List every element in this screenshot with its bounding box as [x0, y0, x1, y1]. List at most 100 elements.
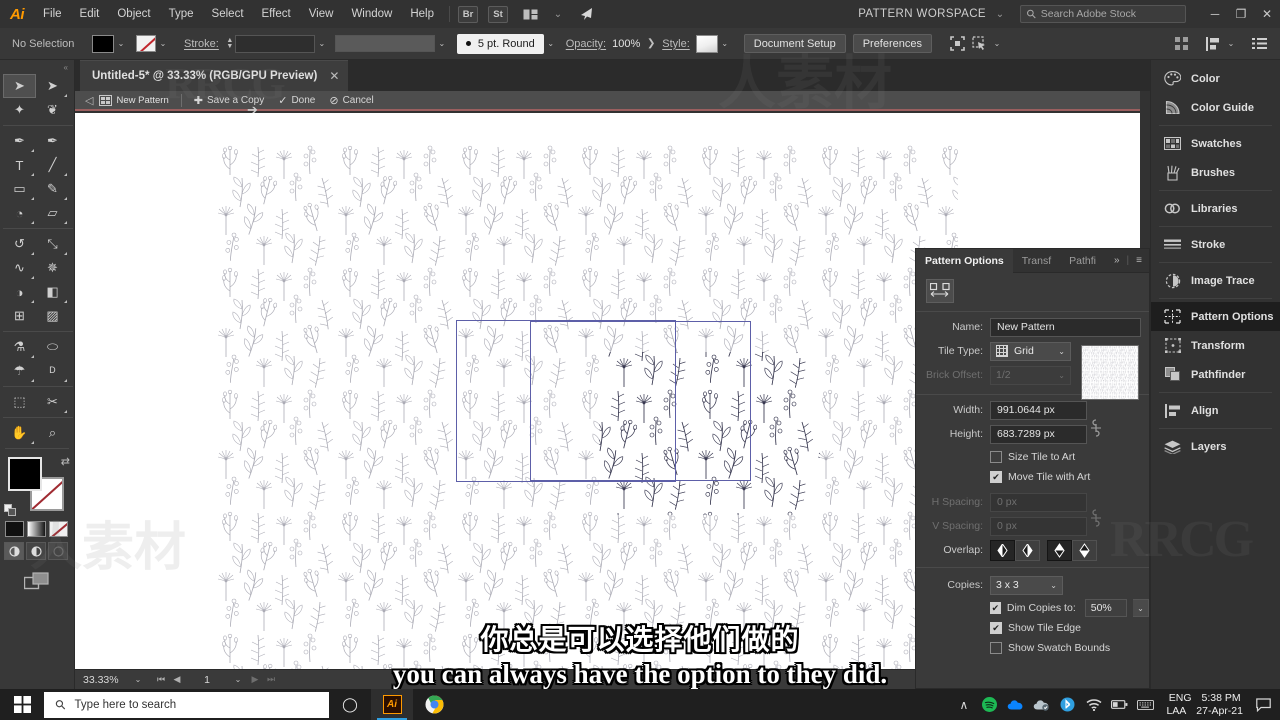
draw-behind-mode-button[interactable]: [26, 542, 46, 560]
eraser-tool[interactable]: ▱: [36, 201, 69, 225]
dim-copies-checkbox[interactable]: ✔: [990, 602, 1001, 614]
dock-item-brushes[interactable]: Brushes: [1151, 158, 1280, 187]
shaper-tool[interactable]: ◔: [3, 201, 36, 225]
dock-item-color[interactable]: Color: [1151, 64, 1280, 93]
previous-artboard-button[interactable]: ◀: [169, 670, 185, 690]
gradient-swatch-button[interactable]: [27, 521, 46, 537]
change-screen-mode-button[interactable]: [22, 570, 52, 592]
size-tile-to-art-row[interactable]: Size Tile to Art: [916, 447, 1149, 467]
none-swatch-button[interactable]: [49, 521, 68, 537]
artboard-number-field[interactable]: 1: [185, 670, 229, 690]
last-artboard-button[interactable]: ⏭: [263, 670, 279, 690]
menu-effect[interactable]: Effect: [253, 0, 300, 28]
zoom-level-field[interactable]: 33.33%: [75, 670, 129, 690]
stroke-color-swatch[interactable]: [136, 35, 156, 52]
copies-select[interactable]: 3 x 3 ⌄: [990, 575, 1063, 595]
chevron-down-icon[interactable]: ⌄: [546, 4, 570, 24]
align-chevron-down-icon[interactable]: ⌄: [1224, 35, 1238, 53]
workspace-chevron-down-icon[interactable]: ⌄: [988, 4, 1012, 24]
draw-normal-mode-button[interactable]: [4, 542, 24, 560]
stock-icon[interactable]: St: [488, 5, 508, 23]
free-transform-tool[interactable]: ✵: [36, 256, 69, 280]
paintbrush-tool[interactable]: ✎: [36, 177, 69, 201]
graphic-style-swatch[interactable]: [695, 34, 718, 53]
artboard-tool[interactable]: ⬚: [3, 390, 36, 414]
type-tool[interactable]: T: [3, 153, 36, 177]
line-segment-tool[interactable]: ╱: [36, 153, 69, 177]
scale-tool[interactable]: ⤡: [36, 232, 69, 256]
close-window-button[interactable]: ✕: [1254, 0, 1280, 28]
shape-builder-tool[interactable]: ◑: [3, 280, 36, 304]
gradient-tool[interactable]: ▨: [36, 304, 69, 328]
magic-wand-tool[interactable]: ✦: [3, 98, 36, 122]
spotify-tray-icon[interactable]: [981, 696, 998, 713]
menu-view[interactable]: View: [300, 0, 343, 28]
menu-file[interactable]: File: [34, 0, 71, 28]
selection-tool[interactable]: ➤: [3, 74, 36, 98]
dim-copies-chevron-down-icon[interactable]: ⌄: [1132, 599, 1149, 617]
chrome-taskbar-button[interactable]: [413, 689, 455, 720]
panel-menu-icon[interactable]: ≡: [1136, 255, 1142, 266]
slice-tool[interactable]: ✂: [36, 390, 69, 414]
swap-fill-stroke-icon[interactable]: ⇄: [61, 455, 70, 468]
minimize-button[interactable]: ─: [1202, 0, 1228, 28]
curvature-tool[interactable]: ✒: [36, 129, 69, 153]
dock-item-swatches[interactable]: Swatches: [1151, 129, 1280, 158]
overlap-top-in-front-button[interactable]: [1072, 539, 1097, 561]
show-swatch-bounds-checkbox[interactable]: [990, 642, 1002, 654]
stroke-weight-stepper[interactable]: ▲ ▼: [225, 35, 235, 53]
search-adobe-stock-input[interactable]: ⚲ Search Adobe Stock: [1020, 5, 1186, 23]
arrange-grid-icon[interactable]: [1170, 33, 1192, 55]
illustrator-taskbar-button[interactable]: Ai: [371, 689, 413, 720]
stroke-weight-chevron-down-icon[interactable]: ⌄: [315, 35, 329, 53]
home-icon[interactable]: [574, 4, 598, 24]
mesh-tool[interactable]: ⊞: [3, 304, 36, 328]
toolbar-collapse-handle[interactable]: «: [0, 60, 74, 74]
onedrive-tray-icon[interactable]: [1007, 696, 1024, 713]
next-artboard-button[interactable]: ▶: [247, 670, 263, 690]
tile-type-select[interactable]: Grid ⌄: [990, 341, 1071, 361]
artboard-chevron-down-icon[interactable]: ⌄: [229, 671, 247, 689]
more-tabs-icon[interactable]: »: [1114, 255, 1120, 266]
color-swatch-button[interactable]: [5, 521, 24, 537]
menu-help[interactable]: Help: [401, 0, 443, 28]
dock-item-stroke[interactable]: Stroke: [1151, 230, 1280, 259]
overlap-left-in-front-button[interactable]: [990, 539, 1015, 561]
document-setup-button[interactable]: Document Setup: [743, 34, 846, 53]
show-tile-edge-checkbox[interactable]: ✔: [990, 622, 1002, 634]
select-similar-chevron-down-icon[interactable]: ⌄: [990, 35, 1004, 53]
first-artboard-button[interactable]: ⏮: [153, 670, 169, 690]
default-fill-stroke-icon[interactable]: [4, 504, 17, 517]
keyboard-tray-icon[interactable]: [1137, 696, 1155, 713]
perspective-grid-tool[interactable]: ◧: [36, 280, 69, 304]
dock-item-pathfinder[interactable]: Pathfinder: [1151, 360, 1280, 389]
arrange-documents-icon[interactable]: [518, 4, 542, 24]
width-tool[interactable]: ∿: [3, 256, 36, 280]
move-tile-with-art-checkbox[interactable]: ✔: [990, 471, 1002, 483]
direct-selection-tool[interactable]: ➤: [36, 74, 69, 98]
stroke-profile-chevron-down-icon[interactable]: ⌄: [435, 35, 449, 53]
stroke-profile-field[interactable]: [334, 35, 435, 52]
menu-object[interactable]: Object: [108, 0, 159, 28]
rectangle-tool[interactable]: ▭: [3, 177, 36, 201]
overlap-bottom-in-front-button[interactable]: [1047, 539, 1072, 561]
pattern-tile-tool-button[interactable]: [926, 279, 954, 303]
column-graph-tool[interactable]: ᴰ: [36, 359, 69, 383]
lasso-tool[interactable]: ❦: [36, 98, 69, 122]
align-icon[interactable]: [1202, 33, 1224, 55]
overlap-right-in-front-button[interactable]: [1015, 539, 1040, 561]
opacity-label[interactable]: Opacity:: [566, 38, 606, 50]
eyedropper-tool[interactable]: ⚗: [3, 335, 36, 359]
cortana-button[interactable]: ◯: [329, 689, 371, 720]
style-label[interactable]: Style:: [662, 38, 690, 50]
transform-each-icon[interactable]: [946, 33, 968, 55]
tile-height-input[interactable]: 683.7289 px: [990, 424, 1087, 444]
tab-pathfinder[interactable]: Pathfi: [1060, 249, 1105, 273]
pattern-name-input[interactable]: New Pattern: [990, 317, 1141, 337]
dock-item-transform[interactable]: Transform: [1151, 331, 1280, 360]
move-tile-with-art-row[interactable]: ✔ Move Tile with Art: [916, 467, 1149, 487]
preferences-button[interactable]: Preferences: [852, 34, 932, 53]
zoom-tool[interactable]: ⌕: [36, 421, 69, 445]
done-button[interactable]: ✓ Done: [278, 94, 315, 107]
style-chevron-down-icon[interactable]: ⌄: [718, 35, 732, 53]
